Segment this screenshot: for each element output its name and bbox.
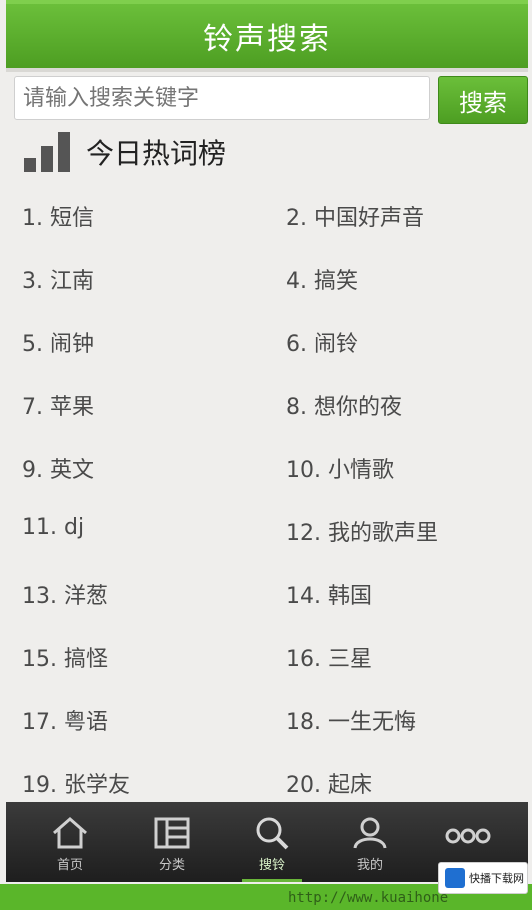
watermark-text: 快播下载网 <box>469 872 524 885</box>
hot-word-item[interactable]: 7. 苹果 <box>22 389 94 421</box>
hot-word-item[interactable]: 12. 我的歌声里 <box>286 515 438 547</box>
header-divider <box>6 68 528 72</box>
tab-label: 首页 <box>56 858 83 873</box>
page-title: 铃声搜索 <box>203 22 331 57</box>
hot-word-item[interactable]: 1. 短信 <box>22 200 94 232</box>
hot-list-header: 今日热词榜 <box>24 130 226 174</box>
hot-word-item[interactable]: 14. 韩国 <box>286 578 372 610</box>
hot-word-item[interactable]: 20. 起床 <box>286 767 372 799</box>
home-icon <box>53 817 87 849</box>
search-row: 搜索 <box>14 76 528 124</box>
hot-word-item[interactable]: 11. dj <box>22 515 84 540</box>
hot-word-item[interactable]: 13. 洋葱 <box>22 578 108 610</box>
hot-word-item[interactable]: 19. 张学友 <box>22 767 130 799</box>
tab-search[interactable]: 搜铃 <box>220 802 324 882</box>
tab-label: 我的 <box>356 858 383 873</box>
watermark-url: http://www.kuaihone <box>288 890 449 906</box>
hot-word-item[interactable]: 10. 小情歌 <box>286 452 394 484</box>
hot-word-item[interactable]: 3. 江南 <box>22 263 94 295</box>
hot-word-item[interactable]: 2. 中国好声音 <box>286 200 424 232</box>
active-tab-indicator <box>242 879 302 882</box>
more-icon <box>445 828 491 844</box>
signal-bars-icon <box>24 132 70 172</box>
hot-word-item[interactable]: 16. 三星 <box>286 641 372 673</box>
site-logo-icon <box>445 868 465 888</box>
user-icon <box>353 817 387 849</box>
search-input[interactable] <box>14 76 430 120</box>
watermark-badge: 快播下载网 <box>438 862 528 894</box>
hot-word-item[interactable]: 4. 搞笑 <box>286 263 358 295</box>
hot-word-item[interactable]: 17. 粤语 <box>22 704 108 736</box>
hot-word-item[interactable]: 5. 闹钟 <box>22 326 94 358</box>
app-header: 铃声搜索 <box>6 0 528 68</box>
tab-mine[interactable]: 我的 <box>318 802 422 882</box>
hot-word-item[interactable]: 9. 英文 <box>22 452 94 484</box>
tab-home[interactable]: 首页 <box>18 802 122 882</box>
hot-word-item[interactable]: 18. 一生无悔 <box>286 704 416 736</box>
hot-word-item[interactable]: 15. 搞怪 <box>22 641 108 673</box>
list-icon <box>154 817 190 849</box>
hot-word-item[interactable]: 6. 闹铃 <box>286 326 358 358</box>
tab-label: 分类 <box>158 858 185 873</box>
search-icon <box>256 817 289 850</box>
tab-label: 搜铃 <box>258 858 285 873</box>
tab-category[interactable]: 分类 <box>120 802 224 882</box>
search-button[interactable]: 搜索 <box>438 76 528 124</box>
hot-list-title: 今日热词榜 <box>86 137 227 170</box>
hot-word-item[interactable]: 8. 想你的夜 <box>286 389 402 421</box>
